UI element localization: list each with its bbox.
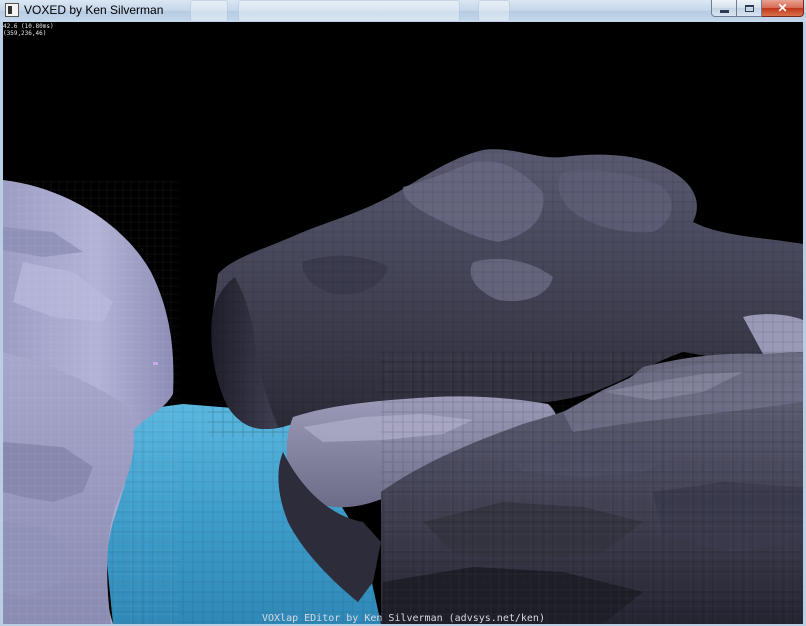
application-window: VOXED by Ken Silverman ✕ 42.6 (10.80ms) …	[0, 0, 806, 626]
credits-text: VOXlap EDitor by Ken Silverman (advsys.n…	[262, 613, 545, 624]
minimize-icon	[719, 9, 729, 13]
background-window-ghost	[238, 0, 460, 22]
maximize-button[interactable]	[737, 0, 762, 17]
background-window-ghost	[478, 0, 510, 22]
app-icon[interactable]	[5, 3, 19, 17]
background-window-ghost	[190, 0, 228, 22]
position-readout: (359,236,46)	[3, 30, 47, 37]
close-icon: ✕	[777, 1, 788, 15]
maximize-icon	[744, 4, 754, 12]
window-title: VOXED by Ken Silverman	[24, 3, 164, 17]
close-button[interactable]: ✕	[762, 0, 804, 17]
title-bar[interactable]: VOXED by Ken Silverman ✕	[0, 0, 806, 22]
minimize-button[interactable]	[711, 0, 737, 17]
voxel-scene	[3, 22, 803, 624]
3d-viewport[interactable]: 42.6 (10.80ms) (359,236,46) VOXlap EDito…	[3, 22, 803, 624]
fps-readout: 42.6 (10.80ms)	[3, 23, 54, 30]
